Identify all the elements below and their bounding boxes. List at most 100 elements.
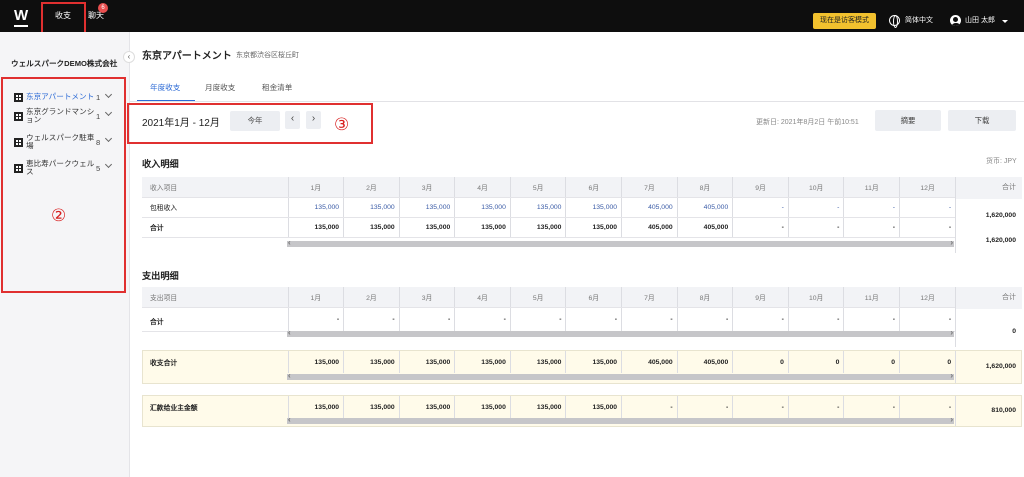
balance-table: 收支合计 135,000 135,000 135,000 135,000 135,000 1… — [142, 351, 956, 373]
month-column-header: 11月 — [843, 287, 900, 308]
updated-timestamp: 更新日: 2021年8月2日 午前10:51 — [756, 119, 859, 126]
tab-monthly[interactable]: 月度收支 — [205, 82, 235, 93]
balance-scrollbar[interactable] — [287, 371, 954, 380]
table-cell: 135,000 — [398, 396, 455, 418]
income-table-scrollbar[interactable] — [287, 238, 954, 247]
table-cell: - — [732, 217, 789, 238]
remittance-scrollbar[interactable] — [287, 415, 954, 424]
table-cell: 0 — [899, 351, 956, 373]
table-cell: - — [843, 197, 900, 218]
income-table: 收入项目 1月 2月 3月 4月 5月 6月 7月 8月 9月 10月 11月 12月 包租收入 135,0… — [142, 177, 956, 238]
month-column-header: 7月 — [621, 177, 678, 198]
company-name: ウェルスパークDEMO株式会社 — [11, 59, 118, 68]
remittance-table: 汇款给业主金额 135,000 135,000 135,000 135,000 135,0… — [142, 396, 956, 418]
table-cell: 405,000 — [621, 351, 678, 373]
table-cell: 135,000 — [398, 197, 455, 218]
table-cell: - — [509, 307, 566, 332]
expense-total-column: 合计 0 — [955, 287, 1022, 347]
table-cell: - — [843, 307, 900, 332]
row-label: 包租收入 — [142, 197, 288, 218]
table-row: 合计 - - - - - - - - - - - - — [142, 307, 956, 332]
table-cell: 135,000 — [343, 217, 400, 238]
table-cell: - — [899, 307, 956, 332]
month-column-header: 6月 — [565, 177, 622, 198]
table-cell: 405,000 — [621, 217, 678, 238]
month-column-header: 7月 — [621, 287, 678, 308]
month-column-header: 8月 — [676, 287, 733, 308]
month-column-header: 8月 — [676, 177, 733, 198]
app-logo[interactable]: W — [14, 8, 28, 27]
month-column-header: 2月 — [343, 177, 400, 198]
total-column-header: 合计 — [956, 177, 1022, 199]
annotation-number-3: ③ — [334, 115, 350, 134]
language-selector[interactable]: 简体中文 — [905, 13, 933, 29]
table-cell: 0 — [732, 351, 789, 373]
chat-badge: 6 — [98, 3, 108, 13]
table-cell: 405,000 — [676, 197, 733, 218]
table-cell: - — [843, 396, 900, 418]
month-column-header: 12月 — [899, 287, 956, 308]
month-column-header: 10月 — [787, 177, 844, 198]
table-cell: 135,000 — [398, 217, 455, 238]
item-column-header: 支出项目 — [142, 287, 288, 308]
month-column-header: 4月 — [454, 287, 511, 308]
property-address: 东京都渋谷区桜丘町 — [236, 52, 299, 59]
table-cell: 135,000 — [509, 197, 566, 218]
chevron-down-icon[interactable] — [1002, 20, 1008, 23]
table-row: 合计 135,000 135,000 135,000 135,000 135,000 135… — [142, 217, 956, 238]
table-cell: - — [676, 396, 733, 418]
table-cell: 135,000 — [343, 396, 400, 418]
table-cell: 135,000 — [398, 351, 455, 373]
page-title: 东京アパートメント — [142, 51, 232, 62]
divider — [130, 101, 1024, 102]
table-cell: 135,000 — [454, 351, 511, 373]
income-section-title: 收入明细 — [142, 159, 179, 169]
month-column-header: 5月 — [509, 177, 566, 198]
month-column-header: 5月 — [509, 287, 566, 308]
expense-section-title: 支出明细 — [142, 271, 179, 281]
table-cell: 135,000 — [565, 351, 622, 373]
table-header-row: 收入项目 1月 2月 3月 4月 5月 6月 7月 8月 9月 10月 11月 12月 — [142, 177, 956, 198]
table-cell: 135,000 — [343, 351, 400, 373]
table-cell: - — [621, 307, 678, 332]
month-column-header: 3月 — [398, 287, 455, 308]
table-cell: 0 — [787, 351, 844, 373]
expense-table-scrollbar[interactable] — [287, 328, 954, 337]
download-button[interactable]: 下载 — [948, 110, 1016, 131]
table-cell: 135,000 — [565, 197, 622, 218]
month-column-header: 9月 — [732, 177, 789, 198]
table-cell: - — [732, 307, 789, 332]
table-cell: - — [565, 307, 622, 332]
month-column-header: 2月 — [343, 287, 400, 308]
total-column-header: 合计 — [956, 287, 1022, 309]
table-cell: - — [343, 307, 400, 332]
annotation-box-2 — [1, 77, 126, 293]
tab-rent-roll[interactable]: 租金清单 — [262, 82, 292, 93]
item-column-header: 收入项目 — [142, 177, 288, 198]
table-cell: 135,000 — [287, 197, 344, 218]
balance-total: 1,620,000 — [985, 363, 1016, 370]
table-cell: - — [899, 217, 956, 238]
month-column-header: 12月 — [899, 177, 956, 198]
collapse-sidebar-button[interactable]: ‹ — [123, 51, 135, 63]
globe-icon — [889, 15, 900, 28]
table-cell: 405,000 — [676, 351, 733, 373]
table-cell: 135,000 — [454, 396, 511, 418]
user-menu[interactable]: 山田 太郎 — [965, 13, 995, 29]
guest-mode-badge[interactable]: 现在是访客模式 — [813, 13, 876, 29]
tab-annual[interactable]: 年度收支 — [150, 82, 180, 93]
expense-table: 支出项目 1月 2月 3月 4月 5月 6月 7月 8月 9月 10月 11月 12月 合计 - - - - - - -… — [142, 287, 956, 332]
table-cell: 135,000 — [454, 197, 511, 218]
table-row: 汇款给业主金额 135,000 135,000 135,000 135,000 135,0… — [142, 396, 956, 418]
table-header-row: 支出项目 1月 2月 3月 4月 5月 6月 7月 8月 9月 10月 11月 12月 — [142, 287, 956, 308]
month-column-header: 1月 — [287, 287, 344, 308]
table-cell: 135,000 — [287, 351, 344, 373]
table-cell: - — [787, 197, 844, 218]
table-cell: 135,000 — [454, 217, 511, 238]
remittance-total: 810,000 — [991, 407, 1016, 414]
table-cell: 135,000 — [343, 197, 400, 218]
summary-button[interactable]: 摘要 — [875, 110, 941, 131]
income-total-column: 合计 1,620,000 1,620,000 — [955, 177, 1022, 253]
table-cell: - — [843, 217, 900, 238]
table-cell: - — [899, 197, 956, 218]
